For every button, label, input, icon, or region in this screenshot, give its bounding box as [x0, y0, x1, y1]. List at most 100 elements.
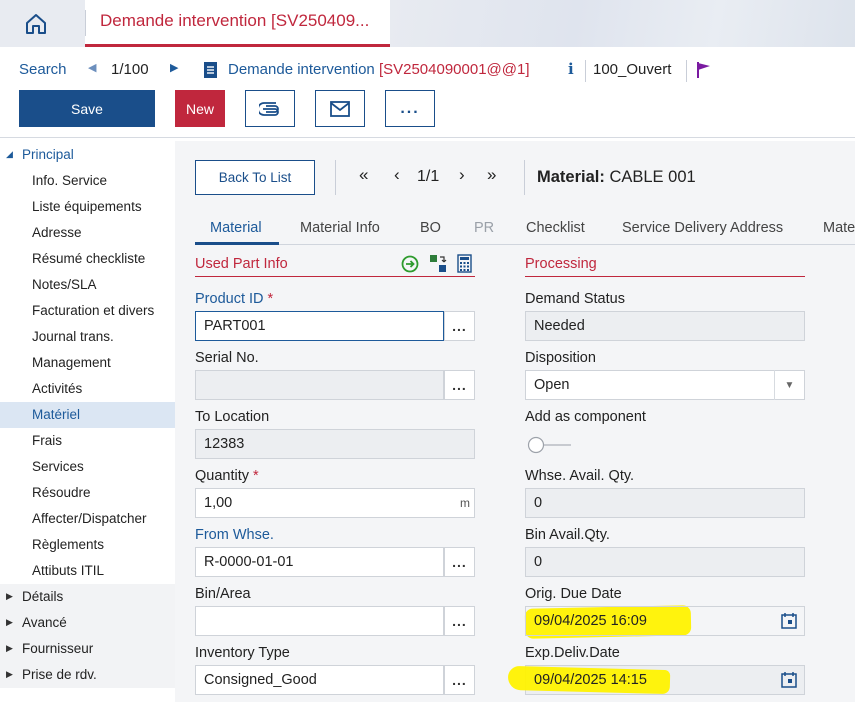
tab-checklist[interactable]: Checklist: [526, 220, 585, 236]
disposition-select[interactable]: Open: [525, 370, 805, 400]
document-icon: [204, 62, 217, 78]
inventory-type-lookup-button[interactable]: ...: [444, 665, 475, 695]
sidebar-item-liste-equipements[interactable]: Liste équipements: [0, 194, 175, 220]
last-record-icon[interactable]: »: [487, 165, 496, 185]
caret-right-icon: ▶: [6, 617, 13, 627]
more-actions-button[interactable]: ...: [385, 90, 435, 127]
sidebar-item-services[interactable]: Services: [0, 454, 175, 480]
sidebar-group-label: Détails: [22, 589, 64, 604]
bin-area-field[interactable]: [195, 606, 444, 636]
sidebar-group-avance[interactable]: ▶ Avancé: [0, 610, 175, 636]
sidebar-item-label: Adresse: [32, 225, 82, 240]
sidebar-item-label: Affecter/Dispatcher: [32, 511, 147, 526]
prev-record-icon[interactable]: ◀: [88, 61, 96, 74]
sidebar-item-resume-checkliste[interactable]: Résumé checkliste: [0, 246, 175, 272]
sidebar-group-details[interactable]: ▶ Détails: [0, 584, 175, 610]
quantity-field[interactable]: 1,00: [195, 488, 475, 518]
back-to-list-button[interactable]: Back To List: [195, 160, 315, 195]
sidebar-item-journal[interactable]: Journal trans.: [0, 324, 175, 350]
sidebar-item-label: Résumé checkliste: [32, 251, 146, 266]
disposition-label: Disposition: [525, 350, 596, 366]
sidebar-item-attributs-itil[interactable]: Attibuts ITIL: [0, 558, 175, 584]
sidebar-item-affecter[interactable]: Affecter/Dispatcher: [0, 506, 175, 532]
calendar-icon: [781, 672, 797, 688]
sidebar-item-label: Journal trans.: [32, 329, 114, 344]
to-location-field: 12383: [195, 429, 475, 459]
search-link[interactable]: Search: [19, 61, 67, 78]
chevron-down-icon[interactable]: ▼: [774, 370, 804, 400]
sidebar-item-label: Notes/SLA: [32, 277, 97, 292]
required-mark: *: [267, 291, 274, 307]
tab-overflow[interactable]: Mate: [823, 220, 855, 236]
sidebar-item-materiel[interactable]: Matériel: [0, 402, 175, 428]
tab-service-delivery-address[interactable]: Service Delivery Address: [622, 220, 783, 236]
calendar-icon: [781, 613, 797, 629]
material-title-label: Material:: [537, 168, 605, 186]
sidebar-item-adresse[interactable]: Adresse: [0, 220, 175, 246]
sidebar-item-info-service[interactable]: Info. Service: [0, 168, 175, 194]
caret-right-icon: ▶: [6, 669, 13, 679]
tab-material-info[interactable]: Material Info: [300, 220, 380, 236]
info-icon[interactable]: i: [568, 60, 574, 78]
add-component-toggle[interactable]: [527, 436, 573, 454]
orig-due-date-field[interactable]: 09/04/2025 16:09: [525, 606, 805, 636]
product-id-lookup-button[interactable]: ...: [444, 311, 475, 341]
product-id-field[interactable]: PART001: [195, 311, 444, 341]
first-record-icon[interactable]: «: [359, 165, 368, 185]
material-title-value: CABLE 001: [609, 168, 696, 186]
sidebar-group-fournisseur[interactable]: ▶ Fournisseur: [0, 636, 175, 662]
from-whse-field[interactable]: R-0000-01-01: [195, 547, 444, 577]
home-icon: [26, 13, 46, 34]
swap-icon[interactable]: [429, 254, 447, 273]
exp-deliv-date-value: 09/04/2025 14:15: [534, 672, 647, 688]
sidebar-item-facturation[interactable]: Facturation et divers: [0, 298, 175, 324]
exp-deliv-date-label: Exp.Deliv.Date: [525, 645, 620, 661]
envelope-icon: [330, 100, 350, 117]
section-underline: [195, 276, 475, 277]
demand-status-label: Demand Status: [525, 291, 625, 307]
next-record-icon[interactable]: ▶: [170, 61, 178, 74]
from-whse-label[interactable]: From Whse.: [195, 527, 274, 543]
prev-item-icon[interactable]: ‹: [394, 165, 400, 185]
section-used-part-info: Used Part Info: [195, 256, 288, 272]
flag-icon[interactable]: [696, 61, 712, 79]
sidebar-item-notes-sla[interactable]: Notes/SLA: [0, 272, 175, 298]
tab-bo[interactable]: BO: [420, 220, 441, 236]
home-button[interactable]: [0, 0, 72, 47]
inventory-type-label: Inventory Type: [195, 645, 290, 661]
next-item-icon[interactable]: ›: [459, 165, 465, 185]
active-tab-indicator: [195, 242, 279, 245]
bin-area-lookup-button[interactable]: ...: [444, 606, 475, 636]
demand-status-field: Needed: [525, 311, 805, 341]
tab-separator: [85, 10, 86, 36]
bin-avail-label: Bin Avail.Qty.: [525, 527, 610, 543]
save-button[interactable]: Save: [19, 90, 155, 127]
refresh-arrow-icon[interactable]: [401, 255, 419, 273]
sidebar-item-label: Règlements: [32, 537, 105, 552]
orig-due-calendar-button[interactable]: [774, 606, 804, 636]
tab-material[interactable]: Material: [210, 220, 262, 236]
paperclip-icon: [259, 101, 279, 116]
serial-no-field[interactable]: [195, 370, 444, 400]
sidebar-group-prise-rdv[interactable]: ▶ Prise de rdv.: [0, 662, 175, 688]
email-button[interactable]: [315, 90, 365, 127]
sidebar-group-label: Avancé: [22, 615, 67, 630]
exp-deliv-calendar-button[interactable]: [774, 665, 804, 695]
sidebar-item-management[interactable]: Management: [0, 350, 175, 376]
inventory-type-field[interactable]: Consigned_Good: [195, 665, 444, 695]
sidebar-item-frais[interactable]: Frais: [0, 428, 175, 454]
calculator-icon[interactable]: [457, 254, 472, 273]
sidebar-item-resoudre[interactable]: Résoudre: [0, 480, 175, 506]
caret-down-icon: ◢: [6, 149, 13, 159]
document-tab[interactable]: Demande intervention [SV250409...: [85, 0, 390, 47]
status-text: 100_Ouvert: [593, 61, 672, 78]
sidebar-item-label: Management: [32, 355, 111, 370]
attach-button[interactable]: [245, 90, 295, 127]
sidebar-item-reglements[interactable]: Règlements: [0, 532, 175, 558]
serial-no-lookup-button[interactable]: ...: [444, 370, 475, 400]
from-whse-lookup-button[interactable]: ...: [444, 547, 475, 577]
new-button[interactable]: New: [175, 90, 225, 127]
sidebar-item-activites[interactable]: Activités: [0, 376, 175, 402]
sidebar-group-principal[interactable]: ◢ Principal: [0, 142, 175, 168]
nav-separator: [686, 60, 687, 82]
